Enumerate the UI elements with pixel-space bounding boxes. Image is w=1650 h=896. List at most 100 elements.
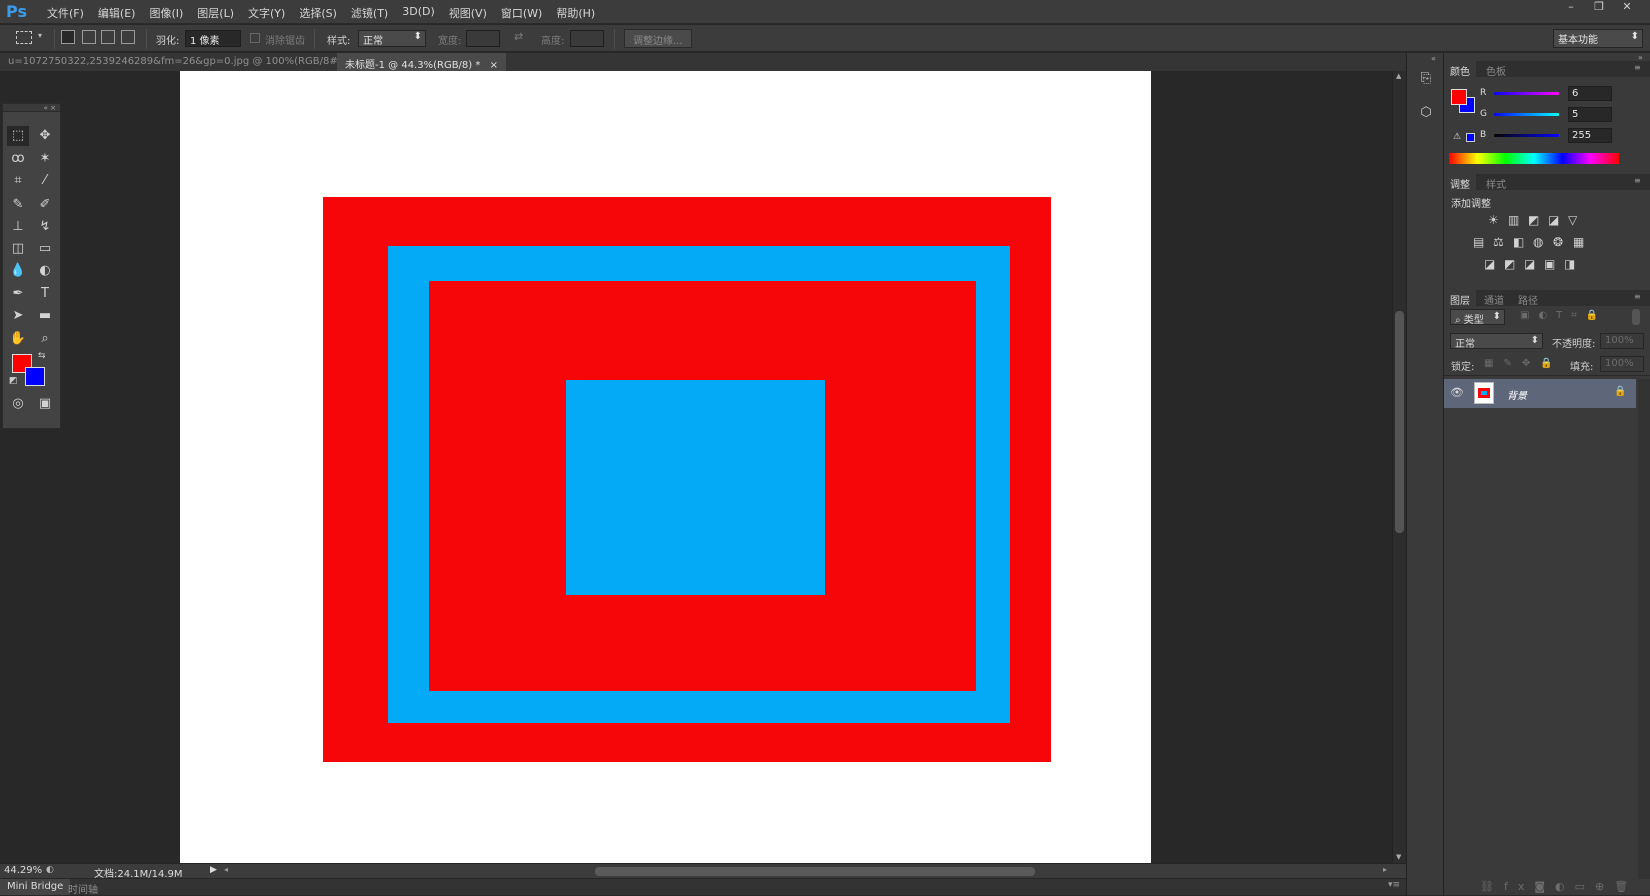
dodge-tool-icon[interactable]: ◐ [34, 261, 56, 281]
hue-saturation-icon[interactable]: ▤ [1473, 235, 1484, 249]
tab-jpg-document[interactable]: u=1072750322,2539246289&fm=26&gp=0.jpg @… [0, 53, 368, 71]
status-menu-icon[interactable]: ▶ [210, 865, 217, 875]
opacity-input[interactable]: 100% [1600, 333, 1644, 349]
tab-swatches[interactable]: 色板 [1480, 61, 1512, 78]
swap-colors-icon[interactable]: ⇆ [38, 351, 46, 361]
web-safe-swatch[interactable] [1466, 133, 1475, 142]
posterize-icon[interactable]: ◩ [1504, 257, 1515, 271]
vibrance-icon[interactable]: ▽ [1568, 213, 1577, 227]
blur-tool-icon[interactable]: 💧 [7, 261, 29, 281]
close-icon[interactable]: × [490, 60, 498, 71]
brush-tool-icon[interactable]: ✐ [34, 195, 56, 215]
scroll-left-icon[interactable]: ◂ [224, 865, 228, 874]
type-tool-icon[interactable]: T [34, 284, 56, 304]
healing-brush-tool-icon[interactable]: ✎ [7, 195, 29, 215]
tab-timeline[interactable]: 时间轴 [68, 881, 98, 896]
add-selection-icon[interactable] [82, 30, 96, 44]
channel-b-slider[interactable] [1494, 134, 1559, 137]
scroll-right-icon[interactable]: ▸ [1383, 865, 1387, 874]
3d-panel-icon[interactable]: ⬡ [1417, 105, 1435, 123]
minimize-button[interactable]: – [1557, 0, 1585, 14]
document-canvas[interactable] [180, 71, 1151, 863]
panel-menu-icon[interactable]: ≡ [1634, 292, 1641, 301]
tab-adjustments[interactable]: 调整 [1444, 174, 1476, 191]
layers-scrollbar[interactable] [1638, 379, 1650, 879]
menu-filter[interactable]: 滤镜(T) [344, 5, 395, 21]
panel-menu-icon[interactable]: ▾≡ [1388, 880, 1400, 890]
rectangle-tool-icon[interactable]: ▬ [34, 306, 56, 326]
tab-mini-bridge[interactable]: Mini Bridge [0, 879, 71, 895]
status-share-icon[interactable]: ◐ [46, 865, 54, 875]
threshold-icon[interactable]: ◪ [1524, 257, 1535, 271]
tab-layers[interactable]: 图层 [1444, 290, 1476, 307]
eraser-tool-icon[interactable]: ◫ [7, 239, 29, 259]
magic-wand-tool-icon[interactable]: ✶ [34, 149, 56, 169]
move-tool-icon[interactable]: ✥ [34, 126, 56, 146]
menu-image[interactable]: 图像(I) [142, 5, 190, 21]
toolbox-header[interactable]: « × [3, 104, 60, 112]
swap-dimensions-icon[interactable]: ⇄ [514, 30, 523, 43]
gradient-tool-icon[interactable]: ▭ [34, 239, 56, 259]
selective-color-icon[interactable]: ▣ [1544, 257, 1555, 271]
gamut-warning-icon[interactable]: ⚠ [1453, 132, 1461, 142]
new-selection-icon[interactable] [61, 30, 75, 44]
menu-layer[interactable]: 图层(L) [190, 5, 241, 21]
close-button[interactable]: ✕ [1613, 0, 1641, 14]
layer-filter-select[interactable]: ⌕ 类型 ⬍ [1450, 309, 1505, 326]
default-colors-icon[interactable]: ◩ [9, 376, 18, 386]
photo-filter-icon[interactable]: ◍ [1533, 235, 1543, 249]
color-fg-swatch[interactable] [1451, 89, 1467, 105]
menu-help[interactable]: 帮助(H) [549, 5, 602, 21]
clone-stamp-tool-icon[interactable]: ⊥ [7, 217, 29, 237]
channel-r-slider[interactable] [1494, 92, 1559, 95]
chevron-down-icon[interactable]: ▾ [38, 31, 42, 40]
width-input[interactable] [466, 30, 500, 47]
layers-footer-icons[interactable]: ⛓fx◙◐▭⊕🗑 [1480, 880, 1638, 893]
color-lookup-icon[interactable]: ▦ [1573, 235, 1584, 249]
vertical-scroll-thumb[interactable] [1395, 311, 1404, 533]
zoom-tool-icon[interactable]: ⌕ [34, 329, 56, 349]
tab-color[interactable]: 颜色 [1444, 61, 1476, 78]
blend-mode-select[interactable]: 正常 ⬍ [1450, 333, 1543, 350]
fill-input[interactable]: 100% [1600, 356, 1644, 372]
quick-mask-icon[interactable]: ◎ [7, 394, 29, 414]
menu-type[interactable]: 文字(Y) [241, 5, 292, 21]
vertical-scrollbar[interactable]: ▲ ▼ [1392, 71, 1406, 863]
history-panel-icon[interactable]: ⎘ [1417, 71, 1435, 89]
gradient-map-icon[interactable]: ◨ [1564, 257, 1575, 271]
menu-window[interactable]: 窗口(W) [494, 5, 549, 21]
style-select[interactable]: 正常 ⬍ [358, 30, 426, 47]
exposure-icon[interactable]: ◪ [1548, 213, 1559, 227]
tab-untitled-1[interactable]: 未标题-1 @ 44.3%(RGB/8) * × [337, 53, 506, 71]
collapse-icon[interactable]: « [1431, 54, 1436, 63]
brightness-icon[interactable]: ☀ [1488, 213, 1499, 227]
menu-edit[interactable]: 编辑(E) [91, 5, 143, 21]
screen-mode-icon[interactable]: ▣ [34, 394, 56, 414]
crop-tool-icon[interactable]: ⌗ [7, 171, 29, 191]
path-selection-tool-icon[interactable]: ➤ [7, 306, 29, 326]
menu-file[interactable]: 文件(F) [40, 5, 91, 21]
channel-r-input[interactable]: 6 [1568, 86, 1612, 101]
height-input[interactable] [570, 30, 604, 47]
lasso-tool-icon[interactable]: ꝏ [7, 149, 29, 169]
menu-view[interactable]: 视图(V) [442, 5, 494, 21]
layer-row[interactable]: 👁 背景 🔒 [1444, 379, 1636, 408]
workspace[interactable] [0, 71, 1392, 863]
feather-input[interactable]: 1 像素 [185, 30, 241, 47]
tab-channels[interactable]: 通道 [1478, 290, 1510, 307]
curves-icon[interactable]: ◩ [1528, 213, 1539, 227]
hand-tool-icon[interactable]: ✋ [7, 329, 29, 349]
panel-menu-icon[interactable]: ≡ [1634, 176, 1641, 185]
eyedropper-tool-icon[interactable]: ⁄ [34, 171, 56, 191]
channel-g-slider[interactable] [1494, 113, 1559, 116]
restore-button[interactable]: ❐ [1585, 0, 1613, 14]
marquee-preset-icon[interactable] [16, 31, 32, 44]
marquee-tool-icon[interactable]: ⬚ [7, 126, 29, 146]
intersect-selection-icon[interactable] [121, 30, 135, 44]
color-balance-icon[interactable]: ⚖ [1493, 235, 1504, 249]
channel-b-input[interactable]: 255 [1568, 128, 1612, 143]
scroll-up-icon[interactable]: ▲ [1396, 72, 1401, 80]
scroll-down-icon[interactable]: ▼ [1396, 853, 1401, 861]
tab-styles[interactable]: 样式 [1480, 174, 1512, 191]
zoom-level[interactable]: 44.29% [4, 865, 42, 876]
